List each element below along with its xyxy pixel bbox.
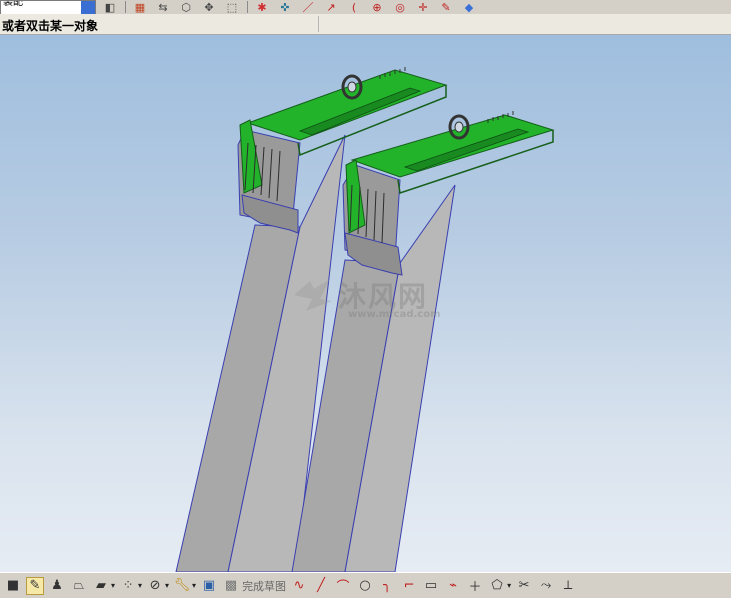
view-icon[interactable]: ◧ [101,1,119,14]
top-toolbar: 装配 ◧ ▦ ⇆ ⬡ ✥ ⬚ ✱ ✜ ／ ↗ ( ⊕ ◎ ✛ ✎ ◆ [0,0,731,15]
line-icon[interactable]: ／ [299,1,317,14]
circle-icon[interactable]: ⊕ [368,1,386,14]
fit-icon[interactable]: ⇆ [154,1,172,14]
chevron-down-icon[interactable]: ▾ [192,581,196,590]
profile-icon[interactable]: ∿ [290,577,308,595]
square-icon[interactable]: ■ [4,577,22,595]
polyline-icon[interactable]: ⌁ [444,577,462,595]
chevron-down-icon[interactable]: ▾ [138,581,142,590]
watermark-logo-icon [294,279,332,311]
wrench-icon[interactable]: 🔧︎ [173,577,191,595]
chevron-down-icon[interactable]: ▾ [165,581,169,590]
center-icon[interactable]: ( [345,1,363,14]
cube-icon[interactable]: ◆ [460,1,478,14]
finish-sketch-button[interactable]: 完成草图 [242,578,286,594]
trim-icon[interactable]: ✂ [515,577,533,595]
snap-icon[interactable]: ✱ [253,1,271,14]
circle-icon[interactable]: ○ [356,577,374,595]
trapezoid-icon[interactable]: ⏢ [70,577,88,595]
status-prompt: 或者双击某一对象 [2,19,99,33]
chevron-down-icon[interactable]: ▾ [111,581,115,590]
extend-icon[interactable]: ⤳ [537,577,555,595]
edit-icon[interactable]: ✎ [437,1,455,14]
left-top-face-green [246,69,448,141]
point-icon[interactable]: ✜ [276,1,294,14]
fillet-icon[interactable]: ╮ [378,577,396,595]
chamfer-icon[interactable]: ⌐ [400,577,418,595]
target-icon[interactable]: ◎ [391,1,409,14]
graphics-viewport[interactable]: 沐风网 www.mfcad.com [0,35,731,572]
box-icon[interactable]: ▰ [92,577,110,595]
dropdown-arrow-icon[interactable] [81,0,95,14]
chevron-down-icon[interactable]: ▾ [507,581,511,590]
sketch-icon[interactable]: ▣ [200,577,218,595]
sketch-grid-icon[interactable]: ▩ [222,577,240,595]
toolbar-separator [247,1,248,13]
rotate-icon[interactable]: ⬡ [177,1,195,14]
cross-icon[interactable]: ✛ [414,1,432,14]
pattern-icon[interactable]: ⁘ [119,577,137,595]
pan-icon[interactable]: ✥ [200,1,218,14]
sketch-toolbar: ■ ✎ ♟ ⏢ ▰ ▾ ⁘ ▾ ⊘ ▾ 🔧︎ ▾ ▣ ▩ 完成草图 ∿ ╱ ⌒ … [0,572,731,598]
selection-filter-dropdown[interactable]: 装配 [0,0,96,15]
split-icon[interactable]: ⟂ [559,577,577,595]
no-entry-icon[interactable]: ⊘ [146,577,164,595]
rectangle-icon[interactable]: ▭ [422,577,440,595]
watermark-url: www.mfcad.com [348,309,441,320]
arc-icon[interactable]: ↗ [322,1,340,14]
status-bar: 或者双击某一对象 [0,14,731,35]
point-icon[interactable]: ＋ [466,577,484,595]
pencil-icon[interactable]: ✎ [26,576,44,595]
line-icon[interactable]: ╱ [312,577,330,595]
status-divider [318,16,319,32]
right-top-face-green [350,114,555,178]
selection-filter-value: 装配 [3,0,23,8]
shape-icon[interactable]: ⬠ [488,577,506,595]
select-box-icon[interactable]: ⬚ [223,1,241,14]
layer-icon[interactable]: ▦ [131,1,149,14]
toolbar-separator [125,1,126,13]
person-icon[interactable]: ♟ [48,577,66,595]
arc-icon[interactable]: ⌒ [334,577,352,595]
